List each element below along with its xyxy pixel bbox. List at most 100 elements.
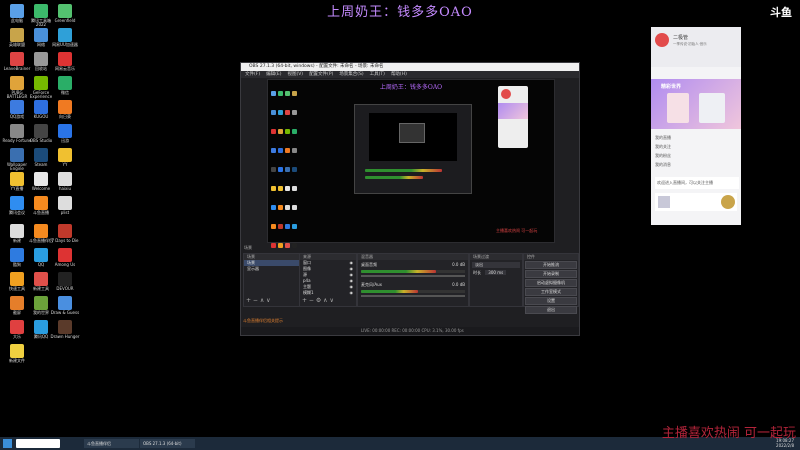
avatar[interactable] [655, 33, 669, 47]
mini-desktop-icon [278, 91, 283, 96]
obs-notice: 斗鱼直播伴侣相关提示 [243, 318, 283, 323]
taskbar-app-obs[interactable]: OBS 27.1.3 (64-bit) [140, 439, 195, 448]
obs-menu-item[interactable]: 编辑(E) [266, 72, 281, 77]
mini-desktop-icon [271, 186, 276, 191]
transition-select[interactable]: 淡出 [472, 262, 520, 268]
desktop-icon[interactable]: plist [50, 196, 80, 215]
app-icon [58, 320, 72, 334]
app-icon [58, 172, 72, 186]
chat-menu-item[interactable]: 我的直播 [655, 135, 671, 141]
mini-desktop-icon [271, 110, 276, 115]
control-button[interactable]: 启动虚拟摄像机 [525, 279, 577, 287]
mini-desktop-icon [285, 224, 290, 229]
app-icon [58, 76, 72, 90]
obs-menubar: 文件(F) 编辑(E) 视图(V) 配置文件(P) 场景集合(S) 工具(T) 帮助(H) [241, 71, 579, 78]
source-add-button[interactable]: + − ⚙ ∧ ∨ [302, 297, 334, 304]
desktop-icon[interactable]: 迅游 [50, 124, 80, 143]
chat-header: 二极管 一季传说·初始人·音乐 [651, 27, 741, 67]
desktop-icon[interactable]: Among Us [50, 248, 80, 267]
mixer-channel-name: 桌面音频 [361, 262, 377, 267]
app-icon [34, 148, 48, 162]
controls-dock: 控件 开始推流 开始录制 启动虚拟摄像机 工作室模式 设置 退出 [523, 253, 579, 314]
volume-slider[interactable] [361, 295, 465, 297]
app-icon [58, 248, 72, 262]
chat-highlight: 欢迎进入直播间，可以关注主播 [655, 177, 739, 189]
obs-titlebar[interactable]: OBS 27.1.3 (64-bit, windows) - 配置文件: 未命名… [241, 63, 579, 71]
scene-add-button[interactable]: + − ∧ ∨ [246, 297, 271, 304]
desktop-icon[interactable]: 新建文件 [2, 344, 32, 363]
mini-desktop-icon [271, 167, 276, 172]
mini-desktop-icon [285, 91, 290, 96]
desktop-icon[interactable]: Greenfield [50, 4, 80, 23]
chat-menu-item[interactable]: 我的粉丝 [655, 153, 671, 159]
desktop-icon[interactable]: 网易云音乐 [50, 52, 80, 71]
visibility-eye-icon[interactable]: ◉ [350, 290, 354, 296]
stream-overlay-title: 上周奶王：钱多多OAO [327, 5, 473, 20]
obs-menu-item[interactable]: 视图(V) [287, 72, 303, 77]
taskbar-app-douyu[interactable]: 斗鱼直播伴侣 [84, 439, 139, 448]
desktop-icon-label: DEVOUR [56, 286, 74, 291]
obs-menu-item[interactable]: 配置文件(P) [309, 72, 333, 77]
app-icon [10, 296, 24, 310]
status-text: LIVE: 00:00:00 REC: 00:00:00 CPU: 3.1%, … [361, 328, 464, 333]
mini-desktop-icon [285, 186, 290, 191]
app-icon [34, 4, 48, 18]
desktop-icon[interactable]: 微信 [50, 76, 80, 95]
mini-desktop-icon [278, 167, 283, 172]
control-button[interactable]: 开始推流 [525, 261, 577, 269]
platform-logo: 斗鱼 [770, 6, 792, 19]
desktop-icon[interactable]: 7 Days to Die [50, 224, 80, 243]
windows-start-icon[interactable] [3, 439, 12, 448]
mixer-channel-name: 麦克风/Aux [361, 282, 382, 287]
control-button[interactable]: 开始录制 [525, 270, 577, 278]
obs-window[interactable]: OBS 27.1.3 (64-bit, windows) - 配置文件: 未命名… [240, 62, 580, 336]
desktop-icon-label: Draw & Guess [50, 310, 80, 315]
mini-desktop-icon [292, 167, 297, 172]
volume-slider[interactable] [361, 275, 465, 277]
app-icon [34, 124, 48, 138]
app-icon [34, 172, 48, 186]
banner-figure-right [699, 93, 725, 123]
app-icon [10, 4, 24, 18]
volume-meter [361, 290, 465, 293]
obs-menu-item[interactable]: 场景集合(S) [339, 72, 363, 77]
chat-username: 二极管 [673, 35, 689, 41]
desktop-icon[interactable]: 网易UU加速器 [50, 28, 80, 47]
duration-input[interactable]: 300 ms [485, 270, 507, 275]
chat-signature: 一季传说·初始人·音乐 [673, 42, 707, 46]
obs-preview[interactable]: 上周奶王：钱多多OAO 主播喜欢热闹 可一起玩 [267, 79, 555, 286]
obs-menu-item[interactable]: 工具(T) [370, 72, 385, 77]
preview-chat-panel [498, 86, 528, 148]
app-icon [10, 148, 24, 162]
desktop-icon[interactable]: Draw & Guess [50, 296, 80, 315]
desktop-icon[interactable]: haixiu [50, 172, 80, 191]
chat-card[interactable] [655, 193, 737, 211]
app-icon [58, 124, 72, 138]
desktop-icon[interactable]: Drawn Hunger [50, 320, 80, 339]
nested-preview [369, 113, 457, 161]
control-button[interactable]: 工作室模式 [525, 288, 577, 296]
duration-row: 时长 300 ms [470, 270, 522, 276]
source-item[interactable]: 模糊1 ◉ [300, 290, 356, 296]
mini-desktop-icon [292, 224, 297, 229]
control-button[interactable]: 退出 [525, 306, 577, 314]
taskbar-search-input[interactable] [16, 439, 60, 448]
chat-menu-item[interactable]: 我的消息 [655, 162, 671, 168]
volume-meter [361, 270, 465, 273]
desktop-icon[interactable]: DEVOUR [50, 272, 80, 291]
mini-desktop-icon [278, 148, 283, 153]
dock-label-scenes: 场景 [244, 245, 252, 250]
mini-desktop-icon [285, 243, 290, 248]
scene-item[interactable]: 显示器 [244, 266, 299, 272]
obs-menu-item[interactable]: 文件(F) [245, 72, 260, 77]
obs-menu-item[interactable]: 帮助(H) [391, 72, 407, 77]
mini-desktop-icon [292, 186, 297, 191]
control-button[interactable]: 设置 [525, 297, 577, 305]
desktop-icon[interactable]: YY [50, 148, 80, 167]
desktop-icon[interactable]: 向日葵 [50, 100, 80, 119]
chat-menu-item[interactable]: 我的关注 [655, 144, 671, 150]
nested-meter-2 [365, 176, 461, 180]
mini-desktop-icon [285, 167, 290, 172]
source-label: 主题 [303, 284, 311, 289]
chat-banner[interactable]: 精彩世界 [651, 79, 741, 129]
